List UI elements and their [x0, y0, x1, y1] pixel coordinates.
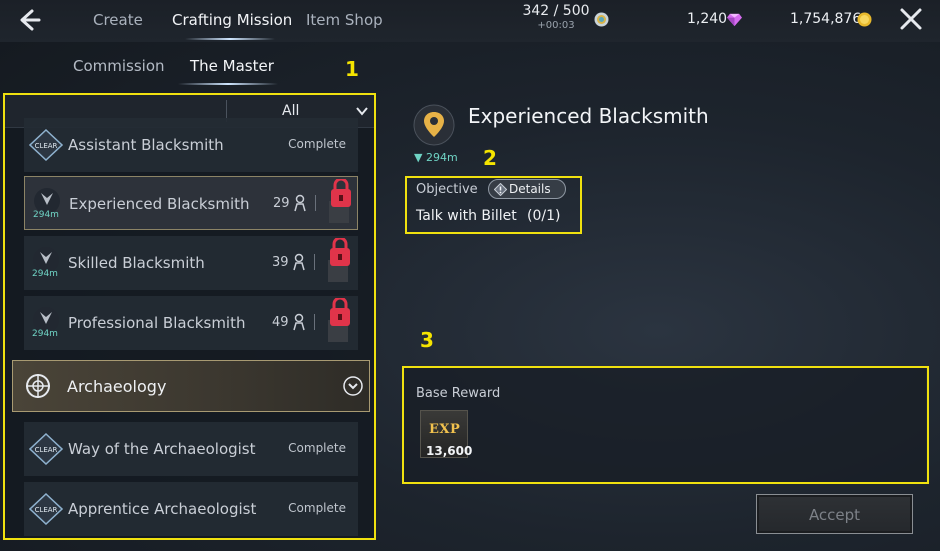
- gold-amount: 1,754,876: [790, 11, 862, 27]
- objective-text: Talk with Billet: [416, 208, 517, 224]
- stamina-display: 342 / 500 +00:03: [520, 3, 592, 31]
- mission-detail-title: Experienced Blacksmith: [468, 104, 709, 128]
- distance-value: 294m: [425, 151, 458, 164]
- details-button[interactable]: Details: [488, 179, 566, 199]
- reward-amount: 13,600: [426, 444, 473, 458]
- callout-1: 1: [345, 57, 359, 81]
- tab-item-shop[interactable]: Item Shop: [306, 11, 383, 29]
- reward-panel: Base Reward EXP 13,600: [404, 368, 926, 482]
- mission-detail-distance: ▼ 294m: [414, 151, 458, 164]
- highlight-box-1: [3, 93, 376, 540]
- tab-create[interactable]: Create: [93, 11, 143, 29]
- accept-button[interactable]: Accept: [756, 494, 913, 534]
- exp-icon: EXP: [429, 422, 461, 437]
- location-pin-icon: [413, 104, 455, 146]
- back-arrow-icon[interactable]: [14, 6, 42, 34]
- callout-3: 3: [420, 328, 434, 352]
- gold-coin-icon: [857, 12, 872, 27]
- info-icon: [494, 183, 507, 196]
- objective-label: Objective: [416, 182, 478, 197]
- objective-progress: (0/1): [527, 208, 561, 224]
- subtab-commission[interactable]: Commission: [73, 57, 165, 75]
- active-subtab-indicator: [178, 83, 278, 85]
- stamina-coin-icon: [594, 12, 609, 27]
- top-bar: Create Crafting Mission Item Shop 342 / …: [0, 0, 940, 42]
- callout-2: 2: [483, 146, 497, 170]
- stamina-value: 342 / 500: [522, 3, 590, 19]
- gems-amount: 1,240: [687, 11, 728, 27]
- close-icon[interactable]: [898, 6, 924, 32]
- gem-icon: [727, 13, 742, 27]
- stamina-timer: +00:03: [537, 20, 575, 31]
- reward-label: Base Reward: [416, 386, 501, 401]
- subtab-the-master[interactable]: The Master: [190, 57, 274, 75]
- active-tab-indicator: [185, 38, 275, 40]
- tab-crafting-mission[interactable]: Crafting Mission: [172, 11, 292, 29]
- accept-button-label: Accept: [808, 506, 861, 524]
- details-button-label: Details: [509, 182, 551, 196]
